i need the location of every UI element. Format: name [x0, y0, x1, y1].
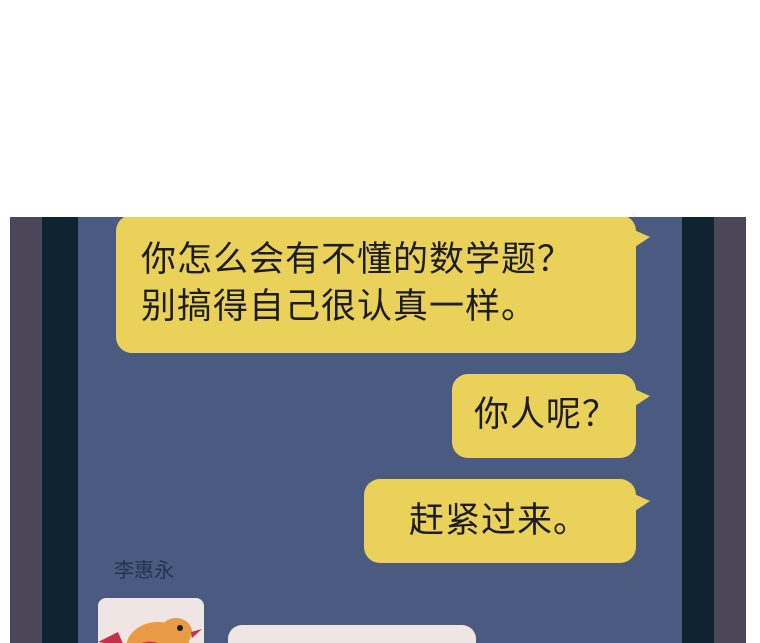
message-bubble-outgoing[interactable]: 你人呢？ — [452, 374, 650, 458]
bubble-tail — [632, 229, 650, 249]
bubble-tail — [632, 388, 650, 408]
bird-avatar-icon[interactable] — [98, 598, 204, 643]
message-line: 你人呢？ — [474, 395, 619, 435]
bird-icon — [98, 618, 202, 643]
message-line: 你怎么会有不懂的数学题？ — [141, 240, 574, 280]
message-line: 别搞得自己很认真一样。 — [141, 287, 538, 327]
chat-screen[interactable]: 你怎么会有不懂的数学题？ 别搞得自己很认真一样。 你人呢？ 赶紧过来。 李惠永 — [78, 217, 682, 643]
message-bubble-outgoing[interactable]: 赶紧过来。 — [364, 479, 650, 563]
message-line: 赶紧过来。 — [409, 501, 590, 541]
message-bubble-outgoing[interactable]: 你怎么会有不懂的数学题？ 别搞得自己很认真一样。 — [116, 217, 650, 353]
message-bubble-incoming[interactable] — [228, 625, 476, 643]
bubble-tail — [632, 493, 650, 513]
sender-name: 李惠永 — [114, 558, 174, 582]
